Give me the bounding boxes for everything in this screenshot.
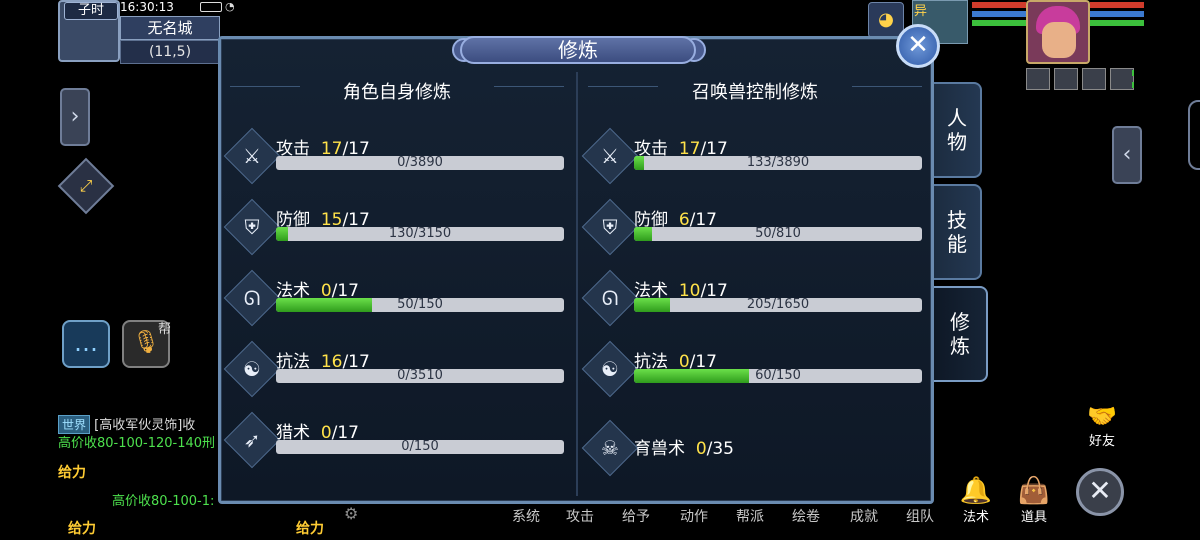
- chat-bubble-icon[interactable]: …: [62, 320, 110, 368]
- progress-bar: 50/150: [276, 298, 564, 312]
- cultivation-row[interactable]: ᘏ 法术 0/17 50/150: [223, 269, 568, 327]
- handshake-icon: 🤝: [1087, 402, 1117, 430]
- summon-cultivation-panel: 召唤兽控制修炼 ⚔ 攻击 17/17 133/3890 ⛨ 防御 6/17 50/810 ᘏ…: [581, 70, 928, 498]
- progress-bar: 0/3890: [276, 156, 564, 170]
- cultivation-row-beast[interactable]: ☠ 育兽术 0/35: [581, 419, 926, 477]
- tab-cultivation[interactable]: 修炼: [934, 286, 988, 382]
- panel-title: 召唤兽控制修炼: [692, 82, 818, 103]
- chat-line: 高价收80-100-1:: [112, 494, 215, 509]
- progress-bar: 205/1650: [634, 298, 922, 312]
- progress-bar: 60/150: [634, 369, 922, 383]
- friends-button[interactable]: 🤝 好友: [1080, 402, 1124, 452]
- clock: 16:30:13: [120, 0, 174, 14]
- menu-system[interactable]: 系统: [512, 506, 540, 526]
- yin-yang-icon: ☯: [601, 357, 619, 381]
- settings-gear-icon[interactable]: ⚙: [344, 504, 358, 523]
- menu-items-label: 道具: [1020, 510, 1047, 525]
- expand-icon: ⤢: [79, 176, 93, 195]
- buff-icons[interactable]: [1026, 68, 1134, 90]
- menu-items[interactable]: 👜 道具: [1016, 476, 1052, 525]
- progress-text: 0/3890: [397, 156, 443, 170]
- edge-button[interactable]: [1188, 100, 1200, 170]
- menu-skills[interactable]: 🔔 法术: [958, 476, 994, 525]
- city-coordinates: (11,5): [120, 40, 220, 64]
- battery-icon: [200, 2, 222, 12]
- pet-face-icon[interactable]: ◕: [868, 2, 904, 38]
- shichen-label: 子时: [64, 2, 118, 20]
- cultivation-row[interactable]: ⚔ 攻击 17/17 133/3890: [581, 127, 926, 185]
- progress-text: 130/3150: [388, 227, 452, 241]
- pet-status-bars: [972, 2, 1026, 26]
- progress-bar: 0/3510: [276, 369, 564, 383]
- progress-text: 0/3510: [397, 369, 443, 383]
- progress-text: 50/150: [397, 298, 443, 312]
- tab-skills[interactable]: 技能: [934, 184, 982, 280]
- beast-skull-icon: ☠: [601, 436, 619, 460]
- shield-icon: ⛨: [602, 215, 618, 239]
- cultivation-row[interactable]: ᘏ 法术 10/17 205/1650: [581, 269, 926, 327]
- cultivation-row[interactable]: ➶ 猎术 0/17 0/150: [223, 411, 568, 469]
- buff-icon: [1082, 68, 1106, 90]
- cultivation-name: 育兽术 0/35: [634, 439, 734, 459]
- buff-indicator: [1132, 70, 1140, 88]
- menu-achievement[interactable]: 成就: [850, 506, 878, 526]
- give-emote-icon: 给力: [68, 521, 96, 537]
- bow-icon: ➶: [243, 428, 261, 452]
- treasure-bag-icon: 👜: [1017, 476, 1051, 506]
- progress-text: 133/3890: [746, 156, 810, 170]
- cultivation-row[interactable]: ☯ 抗法 0/17 60/150: [581, 340, 926, 398]
- menu-scroll[interactable]: 绘卷: [792, 506, 820, 526]
- cultivation-row[interactable]: ⛨ 防御 15/17 130/3150: [223, 198, 568, 256]
- dialog-title: 修炼: [558, 38, 598, 62]
- player-status-bars: [1090, 2, 1144, 26]
- buff-icon: [1054, 68, 1078, 90]
- cultivation-row[interactable]: ⚔ 攻击 17/17 0/3890: [223, 127, 568, 185]
- pet-badge: 异: [914, 4, 928, 19]
- guild-voice-label: 帮: [158, 322, 172, 337]
- menu-skills-label: 法术: [962, 510, 989, 525]
- tab-character[interactable]: 人物: [934, 82, 982, 178]
- yin-yang-icon: ☯: [243, 357, 261, 381]
- panel-divider: [576, 72, 578, 496]
- menu-action[interactable]: 动作: [680, 506, 708, 526]
- magic-staff-icon: ᘏ: [601, 286, 619, 310]
- panel-title: 角色自身修炼: [343, 82, 451, 103]
- menu-give[interactable]: 给予: [622, 506, 650, 526]
- progress-text: 60/150: [755, 369, 801, 383]
- progress-text: 50/810: [755, 227, 801, 241]
- city-name[interactable]: 无名城: [120, 16, 220, 40]
- buff-icon: [1026, 68, 1050, 90]
- collapse-arrow-icon[interactable]: ›: [60, 88, 90, 146]
- give-emote-icon: 给力: [58, 465, 86, 481]
- friends-label: 好友: [1088, 434, 1115, 449]
- player-avatar[interactable]: [1026, 0, 1090, 64]
- menu-attack[interactable]: 攻击: [566, 506, 594, 526]
- progress-text: 0/150: [401, 440, 439, 454]
- cultivation-row[interactable]: ☯ 抗法 16/17 0/3510: [223, 340, 568, 398]
- close-button[interactable]: ✕: [896, 24, 940, 68]
- magic-staff-icon: ᘏ: [243, 286, 261, 310]
- give-emote-icon: 给力: [296, 521, 324, 537]
- sword-icon: ⚔: [601, 144, 619, 168]
- progress-bar: 130/3150: [276, 227, 564, 241]
- menu-guild[interactable]: 帮派: [736, 506, 764, 526]
- menu-team[interactable]: 组队: [906, 506, 934, 526]
- chat-line: 高价收80-100-120-140刑: [58, 436, 216, 451]
- cultivation-row[interactable]: ⛨ 防御 6/17 50/810: [581, 198, 926, 256]
- chat-line: 世界 [高收军伙灵饰]收: [58, 414, 195, 434]
- self-cultivation-panel: 角色自身修炼 ⚔ 攻击 17/17 0/3890 ⛨ 防御 15/17 130/3150 ᘏ…: [223, 70, 570, 498]
- wifi-icon: ◔: [225, 0, 235, 13]
- collapse-arrow-icon[interactable]: ‹: [1112, 126, 1142, 184]
- buff-icon: [1110, 68, 1134, 90]
- shield-icon: ⛨: [244, 215, 260, 239]
- close-menu-icon[interactable]: ✕: [1076, 468, 1124, 516]
- progress-bar: 133/3890: [634, 156, 922, 170]
- sword-icon: ⚔: [243, 144, 261, 168]
- progress-bar: 0/150: [276, 440, 564, 454]
- chat-text: [高收军伙灵饰]收: [94, 418, 196, 433]
- progress-bar: 50/810: [634, 227, 922, 241]
- progress-text: 205/1650: [746, 298, 810, 312]
- bell-icon: 🔔: [959, 476, 993, 506]
